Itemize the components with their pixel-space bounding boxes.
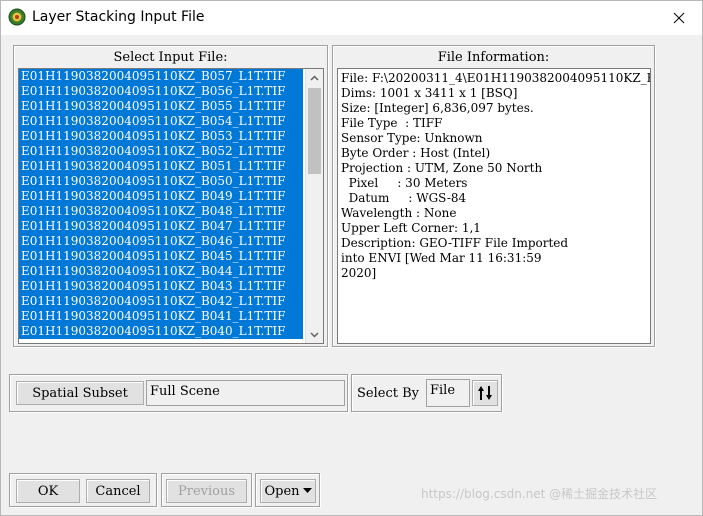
scroll-up-button[interactable] <box>306 69 323 86</box>
file-info-line: into ENVI [Wed Mar 11 16:31:59 <box>341 251 542 265</box>
file-info-line: 2020] <box>341 266 377 280</box>
ok-cancel-group: OK Cancel <box>9 473 157 507</box>
open-button-label: Open <box>264 483 300 499</box>
file-list-item[interactable]: E01H1190382004095110KZ_B045_L1T.TIF <box>19 249 303 264</box>
file-info-line: Projection : UTM, Zone 50 North <box>341 161 543 175</box>
file-list-item[interactable]: E01H1190382004095110KZ_B049_L1T.TIF <box>19 189 303 204</box>
ok-button[interactable]: OK <box>16 479 80 503</box>
file-list-item[interactable]: E01H1190382004095110KZ_B040_L1T.TIF <box>19 324 303 339</box>
file-info-line: Size: [Integer] 6,836,097 bytes. <box>341 101 534 115</box>
file-info-line: File Type : TIFF <box>341 116 443 130</box>
title-bar: Layer Stacking Input File <box>1 1 702 35</box>
sort-arrows-icon <box>478 386 492 400</box>
file-list-item[interactable]: E01H1190382004095110KZ_B048_L1T.TIF <box>19 204 303 219</box>
select-input-panel: Select Input File: E01H1190382004095110K… <box>13 45 328 347</box>
file-info-line: Pixel : 30 Meters <box>341 176 468 190</box>
previous-button[interactable]: Previous <box>166 479 247 503</box>
window-title: Layer Stacking Input File <box>32 9 205 25</box>
spatial-subset-button[interactable]: Spatial Subset <box>16 381 144 405</box>
file-info-line: Description: GEO-TIFF File Imported <box>341 236 569 250</box>
dropdown-arrow-icon <box>302 488 312 493</box>
select-by-label: Select By <box>357 386 419 401</box>
select-by-value: File <box>426 379 470 407</box>
select-input-title: Select Input File: <box>113 50 228 65</box>
file-list-item[interactable]: E01H1190382004095110KZ_B057_L1T.TIF <box>19 69 303 84</box>
cancel-button[interactable]: Cancel <box>86 479 150 503</box>
file-list-item[interactable]: E01H1190382004095110KZ_B046_L1T.TIF <box>19 234 303 249</box>
sort-toggle-button[interactable] <box>472 380 498 406</box>
watermark: https://blog.csdn.net @稀土掘金技术社区 <box>421 487 658 501</box>
file-list-item[interactable]: E01H1190382004095110KZ_B050_L1T.TIF <box>19 174 303 189</box>
close-button[interactable] <box>656 1 702 35</box>
file-list-item[interactable]: E01H1190382004095110KZ_B042_L1T.TIF <box>19 294 303 309</box>
spatial-subset-group: Spatial Subset Full Scene <box>9 374 348 412</box>
layer-stacking-dialog: Layer Stacking Input File Select Input F… <box>0 0 703 516</box>
file-list-item[interactable]: E01H1190382004095110KZ_B051_L1T.TIF <box>19 159 303 174</box>
file-info-line: Sensor Type: Unknown <box>341 131 483 145</box>
chevron-up-icon <box>310 74 319 81</box>
file-info-line: Dims: 1001 x 3411 x 1 [BSQ] <box>341 86 518 100</box>
file-list-item[interactable]: E01H1190382004095110KZ_B056_L1T.TIF <box>19 84 303 99</box>
file-info-line: File: F:\20200311_4\E01H1190382004095110… <box>341 71 650 85</box>
chevron-down-icon <box>310 331 319 338</box>
input-file-list[interactable]: E01H1190382004095110KZ_B057_L1T.TIF E01H1… <box>18 68 324 344</box>
file-list-item[interactable]: E01H1190382004095110KZ_B053_L1T.TIF <box>19 129 303 144</box>
file-list-item[interactable]: E01H1190382004095110KZ_B054_L1T.TIF <box>19 114 303 129</box>
file-info-line: Byte Order : Host (Intel) <box>341 146 491 160</box>
file-info-line: Upper Left Corner: 1,1 <box>341 221 481 235</box>
file-list-item[interactable]: E01H1190382004095110KZ_B055_L1T.TIF <box>19 99 303 114</box>
file-list-item[interactable]: E01H1190382004095110KZ_B041_L1T.TIF <box>19 309 303 324</box>
select-by-group: Select By File <box>351 374 502 412</box>
file-info-line: Wavelength : None <box>341 206 457 220</box>
close-icon <box>673 12 685 24</box>
spatial-subset-value: Full Scene <box>146 380 345 406</box>
scroll-thumb[interactable] <box>308 88 321 174</box>
envi-app-icon <box>8 8 26 26</box>
previous-group: Previous <box>161 473 252 507</box>
file-list-item[interactable]: E01H1190382004095110KZ_B047_L1T.TIF <box>19 219 303 234</box>
file-list-scrollbar[interactable] <box>305 69 323 343</box>
file-information-title: File Information: <box>437 50 550 65</box>
file-list-item[interactable]: E01H1190382004095110KZ_B044_L1T.TIF <box>19 264 303 279</box>
file-list-items: E01H1190382004095110KZ_B057_L1T.TIF E01H1… <box>19 69 303 339</box>
file-information-text: File: F:\20200311_4\E01H1190382004095110… <box>337 68 651 344</box>
open-group: Open <box>255 473 320 507</box>
file-list-item[interactable]: E01H1190382004095110KZ_B052_L1T.TIF <box>19 144 303 159</box>
scroll-down-button[interactable] <box>306 326 323 343</box>
open-menu-button[interactable]: Open <box>260 479 316 503</box>
file-list-item[interactable]: E01H1190382004095110KZ_B043_L1T.TIF <box>19 279 303 294</box>
file-info-line: Datum : WGS-84 <box>341 191 467 205</box>
file-information-panel: File Information: File: F:\20200311_4\E0… <box>332 45 655 347</box>
